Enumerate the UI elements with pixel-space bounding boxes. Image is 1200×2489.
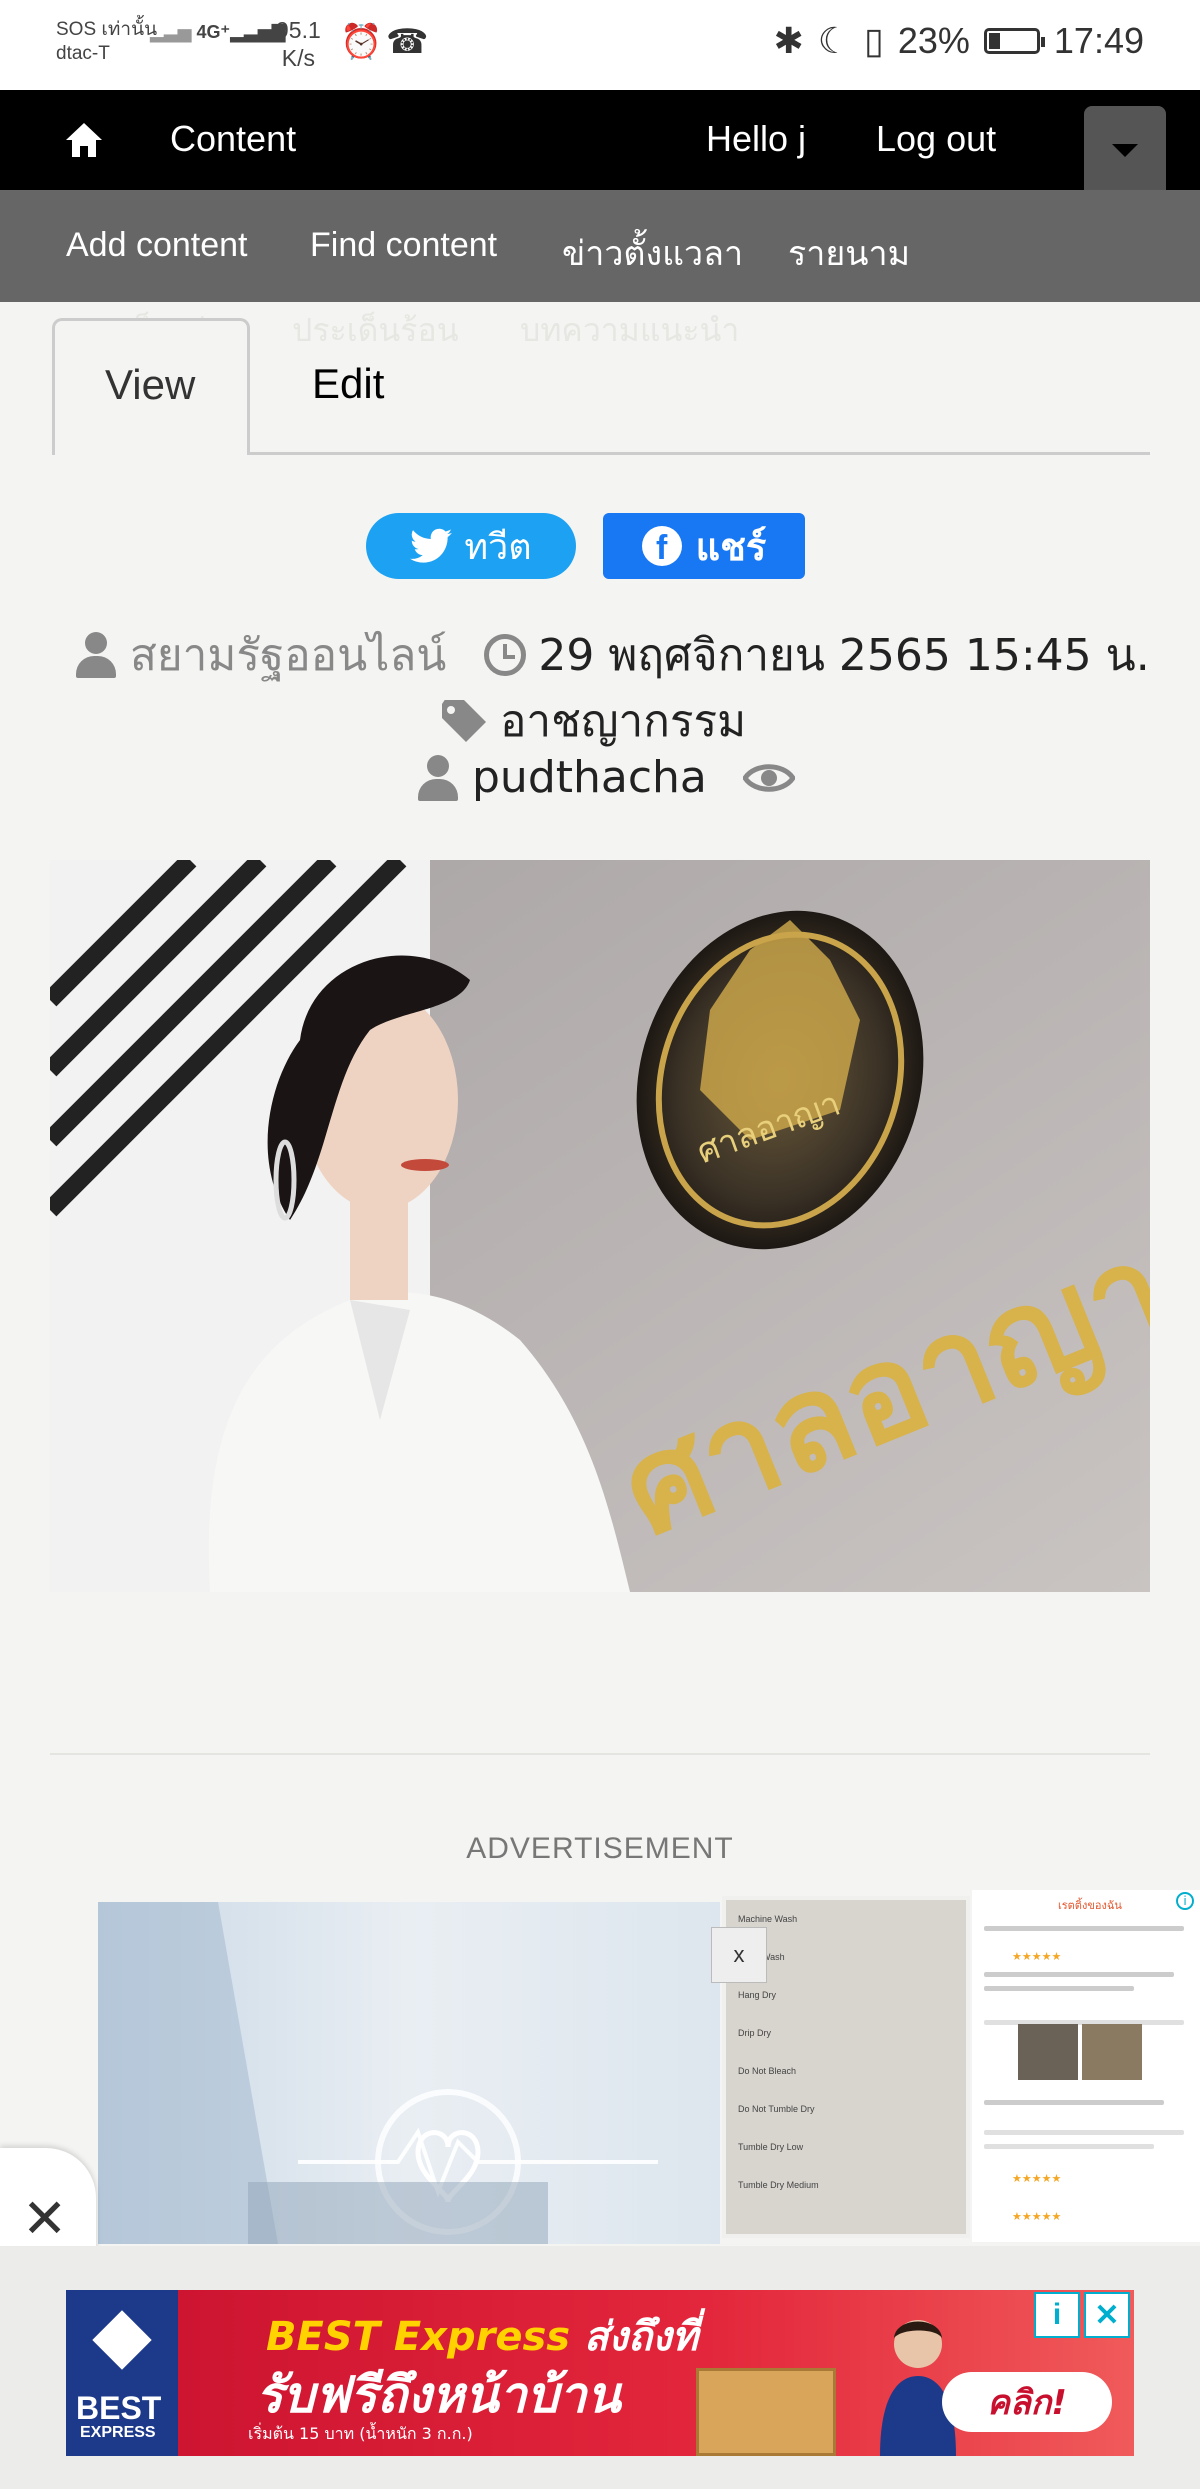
toolbar-user-link[interactable]: Hello j: [706, 118, 806, 160]
submenu-list[interactable]: รายนาม: [788, 226, 910, 280]
tweet-label: ทวีต: [464, 526, 532, 568]
tag-icon: [442, 700, 486, 742]
toolbar-toggle-button[interactable]: [1084, 106, 1166, 190]
ad-info-icon[interactable]: i: [1176, 1892, 1194, 1910]
banner-cta-button[interactable]: คลิก!: [942, 2372, 1112, 2432]
alarm-icon: ⏰: [340, 22, 383, 62]
submenu-find-content[interactable]: Find content: [310, 226, 497, 265]
toolbar-content-link[interactable]: Content: [170, 118, 296, 160]
speed-value: 95.1: [276, 17, 321, 43]
adchoices-info-icon[interactable]: i: [1034, 2292, 1080, 2338]
close-icon: ✕: [22, 2187, 68, 2250]
carrier-line1: SOS เท่านั้น: [56, 19, 158, 40]
banner-brand: BEST Express: [266, 2314, 571, 2360]
care-label-1: Machine Wash: [738, 1914, 798, 1924]
user-icon: [74, 632, 118, 678]
battery-percent: 23%: [897, 20, 970, 61]
banner-ad-controls: i ✕: [1034, 2292, 1130, 2338]
vibrate-icon: ▯: [864, 20, 884, 61]
status-right: ✱ ☾ ▯ 23% 17:49: [774, 20, 1144, 62]
care-label-5: Do Not Bleach: [738, 2066, 797, 2076]
article-source[interactable]: สยามรัฐออนไลน์: [130, 620, 446, 690]
best-express-banner[interactable]: BEST EXPRESS BEST Express ส่งถึงที่ รับฟ…: [66, 2290, 1134, 2456]
care-label-7: Tumble Dry Low: [738, 2142, 804, 2152]
care-label-6: Do Not Tumble Dry: [738, 2104, 815, 2114]
missed-call-icon: ☎: [386, 22, 429, 62]
eye-icon: [742, 763, 795, 792]
advertisement-label: ADVERTISEMENT: [466, 1832, 734, 1865]
star-rating-icon-3: ★★★★★: [1012, 2210, 1062, 2223]
parcel-boxes-image: [696, 2368, 836, 2456]
carrier-line2: dtac-T: [56, 43, 110, 64]
signal-icon: ▂▃▅ 4G⁺▂▃▅▇: [150, 22, 286, 42]
logo-sub: EXPRESS: [80, 2424, 156, 2441]
content-divider: [50, 1753, 1150, 1755]
article-meta-source-date: สยามรัฐออนไลน์ 29 พฤศจิกายน 2565 15:45 น…: [74, 620, 1150, 690]
twitter-bird-icon: [410, 528, 453, 563]
toolbar-logout-link[interactable]: Log out: [876, 118, 996, 160]
article-meta-category: อาชญากรรม: [440, 686, 746, 756]
moon-icon: ☾: [817, 20, 851, 61]
facebook-icon: f: [641, 526, 682, 566]
submenu-overflow-recommended[interactable]: บทความแนะนำ: [520, 305, 739, 356]
best-express-logo: BEST EXPRESS: [66, 2290, 178, 2456]
review-header: เรตติ้งของฉัน: [1058, 1899, 1122, 1912]
article-date: 29 พฤศจิกายน 2565 15:45 น.: [538, 630, 1150, 681]
article-meta-author: pudthacha: [416, 752, 795, 803]
tab-edit[interactable]: Edit: [312, 360, 384, 408]
logo-text: BEST: [76, 2390, 162, 2426]
ad-close-button[interactable]: x: [711, 1927, 767, 1983]
admin-toolbar: Content Hello j Log out: [0, 90, 1200, 190]
clock-icon: [484, 634, 527, 676]
care-label-3: Hang Dry: [738, 1990, 777, 2000]
banner-fineprint: เริ่มต้น 15 บาท (น้ำหนัก 3 ก.ก.): [248, 2424, 473, 2443]
article-category[interactable]: อาชญากรรม: [500, 686, 746, 756]
care-label-8: Tumble Dry Medium: [738, 2180, 819, 2190]
carrier-info: SOS เท่านั้น dtac-T: [56, 18, 157, 66]
care-label-4: Drip Dry: [738, 2028, 771, 2038]
clock: 17:49: [1053, 20, 1144, 61]
home-icon[interactable]: [64, 120, 104, 160]
article-hero-image: ศาลอาญา ศาลอาญา: [50, 860, 1150, 1592]
hero-illustration: ศาลอาญา ศาลอาญา: [50, 860, 1150, 1592]
content-submenu: Add content Find content ข่าวตั้งแวลา รา…: [0, 190, 1200, 302]
battery-icon: [983, 28, 1045, 54]
tab-view[interactable]: View: [52, 318, 250, 455]
review-photo-1[interactable]: [1018, 2024, 1078, 2080]
banner-headline-rest: ส่งถึงที่: [570, 2314, 699, 2360]
article-author[interactable]: pudthacha: [472, 752, 707, 803]
medical-ad-image: [98, 1902, 720, 2244]
submenu-scheduled-news[interactable]: ข่าวตั้งแวลา: [562, 226, 743, 280]
tweet-button[interactable]: ทวีต: [366, 513, 576, 579]
floating-close-button[interactable]: ✕: [0, 2148, 96, 2258]
bluetooth-icon: ✱: [773, 20, 804, 61]
speed-unit: K/s: [281, 45, 315, 71]
banner-close-icon[interactable]: ✕: [1084, 2292, 1130, 2338]
author-icon: [416, 754, 460, 801]
facebook-share-button[interactable]: f แชร์: [603, 513, 805, 579]
network-speed: 95.1 K/s: [276, 16, 321, 72]
ad-slide-medical[interactable]: [98, 1902, 720, 2244]
star-rating-icon-2: ★★★★★: [1012, 2172, 1062, 2185]
network-type: 4G⁺: [196, 22, 231, 42]
submenu-overflow-hot[interactable]: ประเด็นร้อน: [292, 305, 459, 356]
share-label: แชร์: [695, 524, 767, 569]
status-bar: SOS เท่านั้น dtac-T ▂▃▅ 4G⁺▂▃▅▇ 95.1 K/s…: [0, 0, 1200, 90]
submenu-add-content[interactable]: Add content: [66, 226, 247, 265]
tab-view-label: View: [105, 361, 196, 408]
star-rating-icon: ★★★★★: [1012, 1950, 1062, 1963]
review-photo-2[interactable]: [1082, 2024, 1142, 2080]
ad-slide-reviews[interactable]: เรตติ้งของฉัน i ★★★★★ ★★★★★ ★★★★★: [972, 1890, 1200, 2242]
